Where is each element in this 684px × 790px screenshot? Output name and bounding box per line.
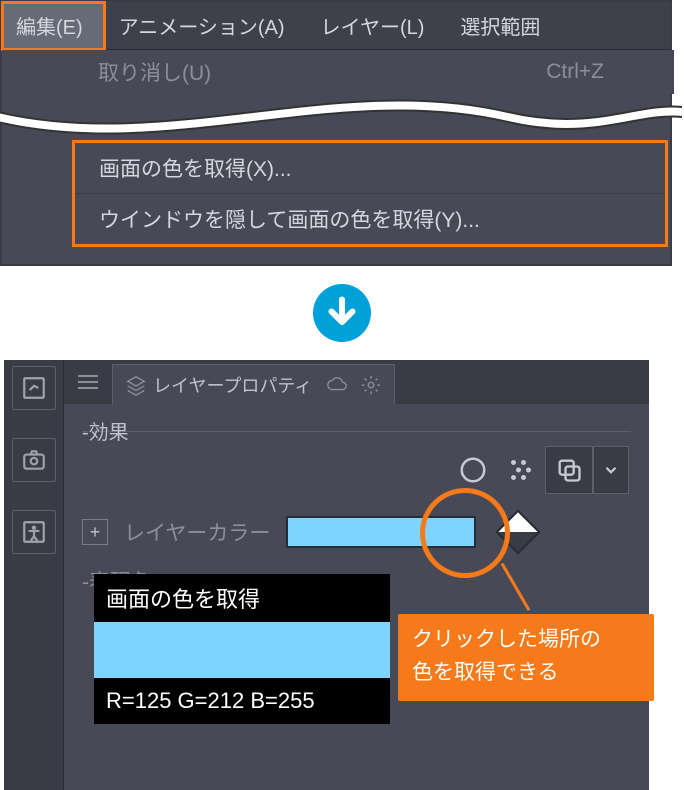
menu-item-hide-window-get-color[interactable]: ウインドウを隠して画面の色を取得(Y)... [75, 194, 665, 244]
menu-animation[interactable]: アニメーション(A) [105, 2, 307, 50]
menu-item-undo[interactable]: 取り消し(U) Ctrl+Z [2, 50, 674, 94]
chevron-down-icon[interactable] [593, 446, 629, 494]
popup-title: 画面の色を取得 [94, 574, 390, 622]
popup-color-swatch [94, 622, 390, 678]
menu-layer[interactable]: レイヤー(L) [307, 2, 447, 50]
layer-color-row: + レイヤーカラー [82, 516, 631, 548]
highlighted-menu-items: 画面の色を取得(X)... ウインドウを隠して画面の色を取得(Y)... [72, 140, 668, 247]
tear-decoration [0, 92, 682, 142]
overlap-squares-icon[interactable] [545, 446, 593, 494]
layer-color-swatch[interactable] [286, 516, 476, 548]
tab-label: レイヤープロパティ [153, 372, 312, 398]
menu-item-undo-shortcut: Ctrl+Z [546, 60, 604, 84]
effect-mode-buttons [82, 446, 631, 494]
arrow-down-icon [313, 284, 371, 342]
diamond-toggle-icon[interactable] [496, 509, 541, 554]
section-effect-label: -効果 [82, 422, 129, 444]
panel-tabbar: レイヤープロパティ [64, 360, 649, 404]
layers-icon [125, 374, 147, 396]
edit-dropdown: 取り消し(U) Ctrl+Z [2, 50, 674, 94]
layer-color-label: レイヤーカラー [124, 517, 270, 547]
menu-item-undo-label: 取り消し(U) [98, 57, 211, 87]
callout-line1: クリックした場所の [412, 624, 640, 657]
cloud-icon [326, 376, 348, 394]
callout-annotation: クリックした場所の 色を取得できる [398, 614, 654, 701]
gear-icon [360, 374, 382, 396]
menu-selection[interactable]: 選択範囲 [446, 2, 562, 50]
accessibility-icon[interactable] [12, 510, 56, 554]
menu-edit[interactable]: 編集(E) [2, 2, 105, 50]
circle-outline-icon[interactable] [449, 446, 497, 494]
menubar: 編集(E) アニメーション(A) レイヤー(L) 選択範囲 [2, 2, 670, 50]
camera-icon[interactable] [12, 438, 56, 482]
popup-rgb-text: R=125 G=212 B=255 [94, 678, 390, 724]
menubar-window: 編集(E) アニメーション(A) レイヤー(L) 選択範囲 取り消し(U) Ct… [0, 0, 672, 266]
color-pickup-popup: 画面の色を取得 R=125 G=212 B=255 [94, 574, 390, 724]
tone-dots-icon[interactable] [497, 446, 545, 494]
edit-window-icon[interactable] [12, 366, 56, 410]
callout-line2: 色を取得できる [412, 657, 640, 690]
expand-plus-icon[interactable]: + [82, 519, 108, 545]
menu-item-get-screen-color[interactable]: 画面の色を取得(X)... [75, 143, 665, 194]
left-toolbar [4, 360, 64, 790]
section-effect: + レイヤーカラー -表現色 [82, 431, 631, 596]
tab-layer-property[interactable]: レイヤープロパティ [112, 364, 395, 404]
hamburger-icon[interactable] [78, 375, 98, 389]
